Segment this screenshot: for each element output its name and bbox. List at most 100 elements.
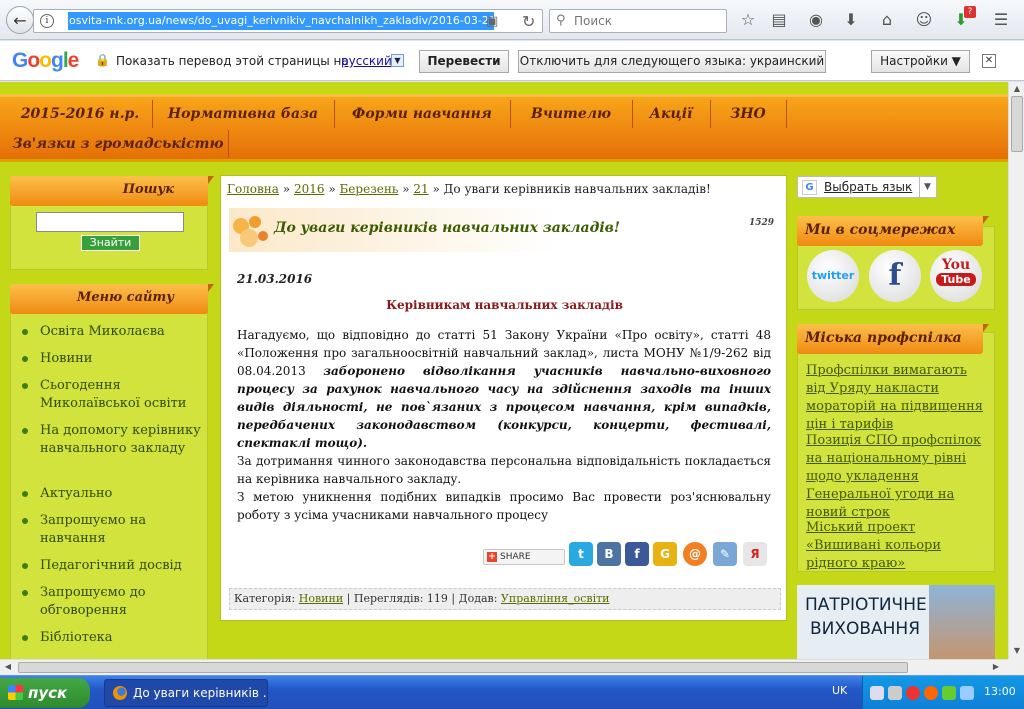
menu-item-public-relations[interactable]: Зв'язки з громадськістю	[10, 130, 226, 158]
site-menu-item[interactable]: Запрошуємо на навчання	[22, 512, 202, 548]
scroll-down-icon[interactable]: ▼	[1011, 645, 1023, 657]
article-panel: Головна » 2016 » Березень » 21 » До уваг…	[220, 175, 787, 621]
banner-text: ПАТРІОТИЧНЕ ВИХОВАННЯ	[805, 595, 927, 639]
facebook-share-icon[interactable]: f	[625, 542, 649, 566]
speaker-icon[interactable]	[888, 686, 902, 700]
scroll-right-icon[interactable]: ▶	[990, 661, 1002, 673]
site-menu-item[interactable]: Новини	[22, 350, 202, 368]
language-select[interactable]: G Выбрать язык ▼	[797, 176, 937, 198]
taskbar-window-button[interactable]: До уваги керівників ...	[104, 679, 268, 707]
reload-icon[interactable]: ↻	[522, 12, 535, 31]
close-icon[interactable]: ✕	[982, 54, 996, 68]
menu-item-regulations[interactable]: Нормативна база	[153, 100, 333, 128]
scroll-left-icon[interactable]: ◀	[2, 661, 14, 673]
scroll-up-icon[interactable]: ▲	[1011, 83, 1023, 95]
share-button[interactable]: + SHARE	[483, 549, 565, 565]
site-menu-item[interactable]: Бібліотека	[22, 629, 202, 647]
scroll-thumb[interactable]	[18, 662, 908, 673]
entry-number: 1529	[749, 218, 775, 228]
site-menu-item[interactable]: На допомогу керівнику навчального заклад…	[22, 422, 202, 458]
site-menu-item[interactable]: Педагогічний досвід	[22, 557, 202, 575]
arrow-left-icon: ←	[13, 10, 27, 30]
info-icon[interactable]: i	[40, 14, 54, 28]
google-buzz-share-icon[interactable]: G	[653, 542, 677, 566]
breadcrumb: Головна » 2016 » Березень » 21 » До уваг…	[227, 182, 711, 196]
menu-item-school-year[interactable]: 2015-2016 н.р.	[10, 100, 150, 128]
chevron-down-icon[interactable]: ▼	[391, 54, 404, 67]
target-language-link[interactable]: русский	[341, 54, 392, 68]
tray-opera-icon[interactable]	[924, 686, 938, 700]
bookmarks-menu-icon[interactable]: ▤	[768, 9, 790, 31]
patriotic-banner[interactable]: ПАТРІОТИЧНЕ ВИХОВАННЯ	[797, 585, 995, 659]
site-menu-item[interactable]: Сьогодення Миколаївської освіти	[22, 377, 202, 413]
breadcrumb-month[interactable]: Березень	[339, 182, 398, 196]
union-news-link[interactable]: Позиція СПО профспілок на національному …	[806, 432, 988, 522]
yandex-share-icon[interactable]: Я	[743, 542, 767, 566]
clock: 13:00	[984, 685, 1016, 698]
site-search-button[interactable]: Знайти	[81, 235, 140, 251]
menu-divider	[228, 130, 229, 158]
menu-divider	[786, 100, 787, 128]
menu-item-education-forms[interactable]: Форми навчання	[335, 100, 509, 128]
horizontal-scrollbar[interactable]: ◀ ▶	[0, 659, 1008, 675]
facebook-icon[interactable]: f	[869, 250, 921, 302]
livejournal-share-icon[interactable]: ✎	[713, 542, 737, 566]
email-share-icon[interactable]: @	[683, 542, 707, 566]
home-icon[interactable]: ⌂	[876, 9, 898, 31]
google-translate-icon: G	[802, 180, 817, 195]
hamburger-menu-icon[interactable]: ☰	[990, 9, 1012, 31]
url-text[interactable]: osvita-mk.org.ua/news/do_uvagi_kerivniki…	[68, 12, 494, 30]
tray-alert-icon[interactable]	[906, 686, 920, 700]
menu-item-teacher[interactable]: Вчителю	[511, 100, 631, 128]
vk-share-icon[interactable]: B	[597, 542, 621, 566]
article-title-bar: До уваги керівників навчальних закладів!…	[229, 208, 775, 252]
article-subheading: Керівникам навчальних закладів	[386, 298, 623, 312]
site-menu-item[interactable]: Актуально	[22, 485, 202, 503]
input-language-indicator[interactable]: UK	[832, 684, 847, 697]
bullet-icon	[22, 356, 28, 362]
twitter-share-icon[interactable]: t	[569, 542, 593, 566]
author-link[interactable]: Управління_освіти	[501, 592, 610, 605]
site-menu-item[interactable]: Запрошуємо до обговорення	[22, 584, 202, 620]
chat-icon[interactable]: ☺	[913, 9, 935, 31]
translate-settings-button[interactable]: Настройки ▼	[871, 50, 970, 73]
menu-item-zno[interactable]: ЗНО	[711, 100, 785, 128]
union-news-link[interactable]: Міський проект «Вишивані кольори рідного…	[806, 519, 988, 573]
bookmark-star-icon[interactable]: ☆	[737, 9, 759, 31]
start-button[interactable]: пуск	[0, 678, 90, 708]
vertical-scrollbar[interactable]: ▲ ▼	[1008, 82, 1024, 659]
tray-update-icon[interactable]	[960, 686, 974, 700]
tray-app-icon[interactable]	[870, 686, 884, 700]
site-menu-item[interactable]: Освіта Миколаєва	[22, 323, 202, 341]
translate-button[interactable]: Перевести	[419, 50, 509, 73]
bullet-icon	[22, 383, 28, 389]
pocket-icon[interactable]: ◉	[805, 9, 827, 31]
bullet-icon	[22, 590, 28, 596]
scroll-thumb[interactable]	[1011, 96, 1023, 152]
banner-photo	[929, 585, 995, 659]
menu-item-actions[interactable]: Акції	[633, 100, 709, 128]
translate-prompt: Показать перевод этой страницы на	[116, 54, 349, 68]
site-search-input[interactable]	[36, 212, 184, 232]
download-arrow-icon[interactable]: ⬇	[840, 9, 862, 31]
back-button[interactable]: ←	[6, 6, 34, 34]
chevron-down-icon[interactable]: ▼	[919, 177, 935, 197]
search-placeholder: Поиск	[574, 14, 613, 28]
article-meta: Категорія: Новини | Переглядів: 119 | До…	[229, 588, 781, 610]
twitter-icon[interactable]: twitter	[807, 250, 859, 302]
views-count: 119	[426, 592, 448, 605]
address-bar[interactable]: i osvita-mk.org.ua/news/do_uvagi_kerivni…	[33, 9, 543, 33]
reader-view-icon[interactable]: ▣	[486, 14, 498, 29]
union-news-link[interactable]: Профспілки вимагають від Уряду накласти …	[806, 362, 988, 434]
breadcrumb-year[interactable]: 2016	[294, 182, 325, 196]
search-bar[interactable]: ⚲ Поиск	[549, 9, 727, 33]
tray-network-icon[interactable]	[942, 686, 956, 700]
youtube-icon[interactable]: You Tube	[930, 250, 982, 302]
disable-language-button[interactable]: Отключить для следующего языка: украинск…	[518, 50, 826, 73]
category-link[interactable]: Новини	[299, 592, 343, 605]
breadcrumb-home[interactable]: Головна	[227, 182, 279, 196]
breadcrumb-day[interactable]: 21	[413, 182, 428, 196]
bullet-icon	[22, 428, 28, 434]
bullet-icon	[22, 563, 28, 569]
bullet-icon	[22, 329, 28, 335]
